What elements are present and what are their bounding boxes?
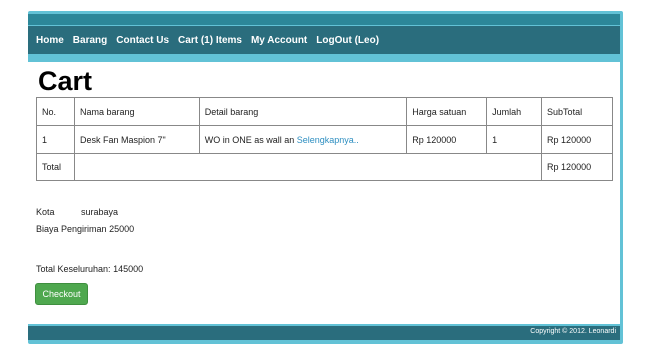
cell-subtotal: Rp 120000 <box>541 125 613 154</box>
cell-name: Desk Fan Maspion 7" <box>73 125 200 154</box>
page-title: Cart <box>38 66 93 96</box>
nav-my-account[interactable]: My Account <box>251 35 307 46</box>
nav-home[interactable]: Home <box>36 35 64 46</box>
col-header-name: Nama barang <box>73 97 200 126</box>
total-value: Rp 120000 <box>541 153 613 181</box>
table-header-row: No. Nama barang Detail barang Harga satu… <box>36 97 613 126</box>
cell-detail: WO in ONE as wall an Selengkapnya.. <box>198 125 408 154</box>
checkout-button[interactable]: Checkout <box>35 283 88 305</box>
header-strip <box>28 14 620 25</box>
grand-total-label: Total Keseluruhan: <box>36 264 111 274</box>
grand-total-line: Total Keseluruhan: 145000 <box>36 264 143 274</box>
read-more-link[interactable]: Selengkapnya.. <box>297 135 359 145</box>
grand-total-value: 145000 <box>113 264 144 274</box>
main-nav: Home Barang Contact Us Cart (1) Items My… <box>28 26 620 54</box>
col-header-detail: Detail barang <box>198 97 408 126</box>
total-spacer <box>73 153 543 181</box>
main-content: Cart No. Nama barang Detail barang Harga… <box>28 62 620 324</box>
cart-table: No. Nama barang Detail barang Harga satu… <box>36 97 613 181</box>
total-row: Total Rp 120000 <box>36 153 613 181</box>
footer: Copyright © 2012. Leonardi <box>28 326 620 340</box>
cell-qty: 1 <box>486 125 543 154</box>
city-label: Kota <box>36 207 55 217</box>
copyright-text: Copyright © 2012. Leonardi <box>530 328 616 335</box>
nav-barang[interactable]: Barang <box>73 35 107 46</box>
col-header-subtotal: SubTotal <box>541 97 613 126</box>
city-line: Kota surabaya <box>36 207 118 217</box>
col-header-price: Harga satuan <box>406 97 488 126</box>
total-label: Total <box>36 153 75 181</box>
table-row: 1 Desk Fan Maspion 7" WO in ONE as wall … <box>36 125 613 154</box>
shipping-cost-value: 25000 <box>109 224 135 234</box>
nav-cart[interactable]: Cart (1) Items <box>178 35 242 46</box>
col-header-qty: Jumlah <box>486 97 543 126</box>
city-value: surabaya <box>81 207 119 217</box>
nav-contact-us[interactable]: Contact Us <box>116 35 169 46</box>
col-header-no: No. <box>36 97 75 126</box>
detail-text: WO in ONE as wall an <box>204 134 295 145</box>
shipping-cost-line: Biaya Pengiriman 25000 <box>36 224 134 234</box>
nav-logout[interactable]: LogOut (Leo) <box>316 35 379 46</box>
cell-price: Rp 120000 <box>406 125 488 154</box>
cell-no: 1 <box>36 125 75 154</box>
shipping-cost-label: Biaya Pengiriman <box>36 224 107 234</box>
